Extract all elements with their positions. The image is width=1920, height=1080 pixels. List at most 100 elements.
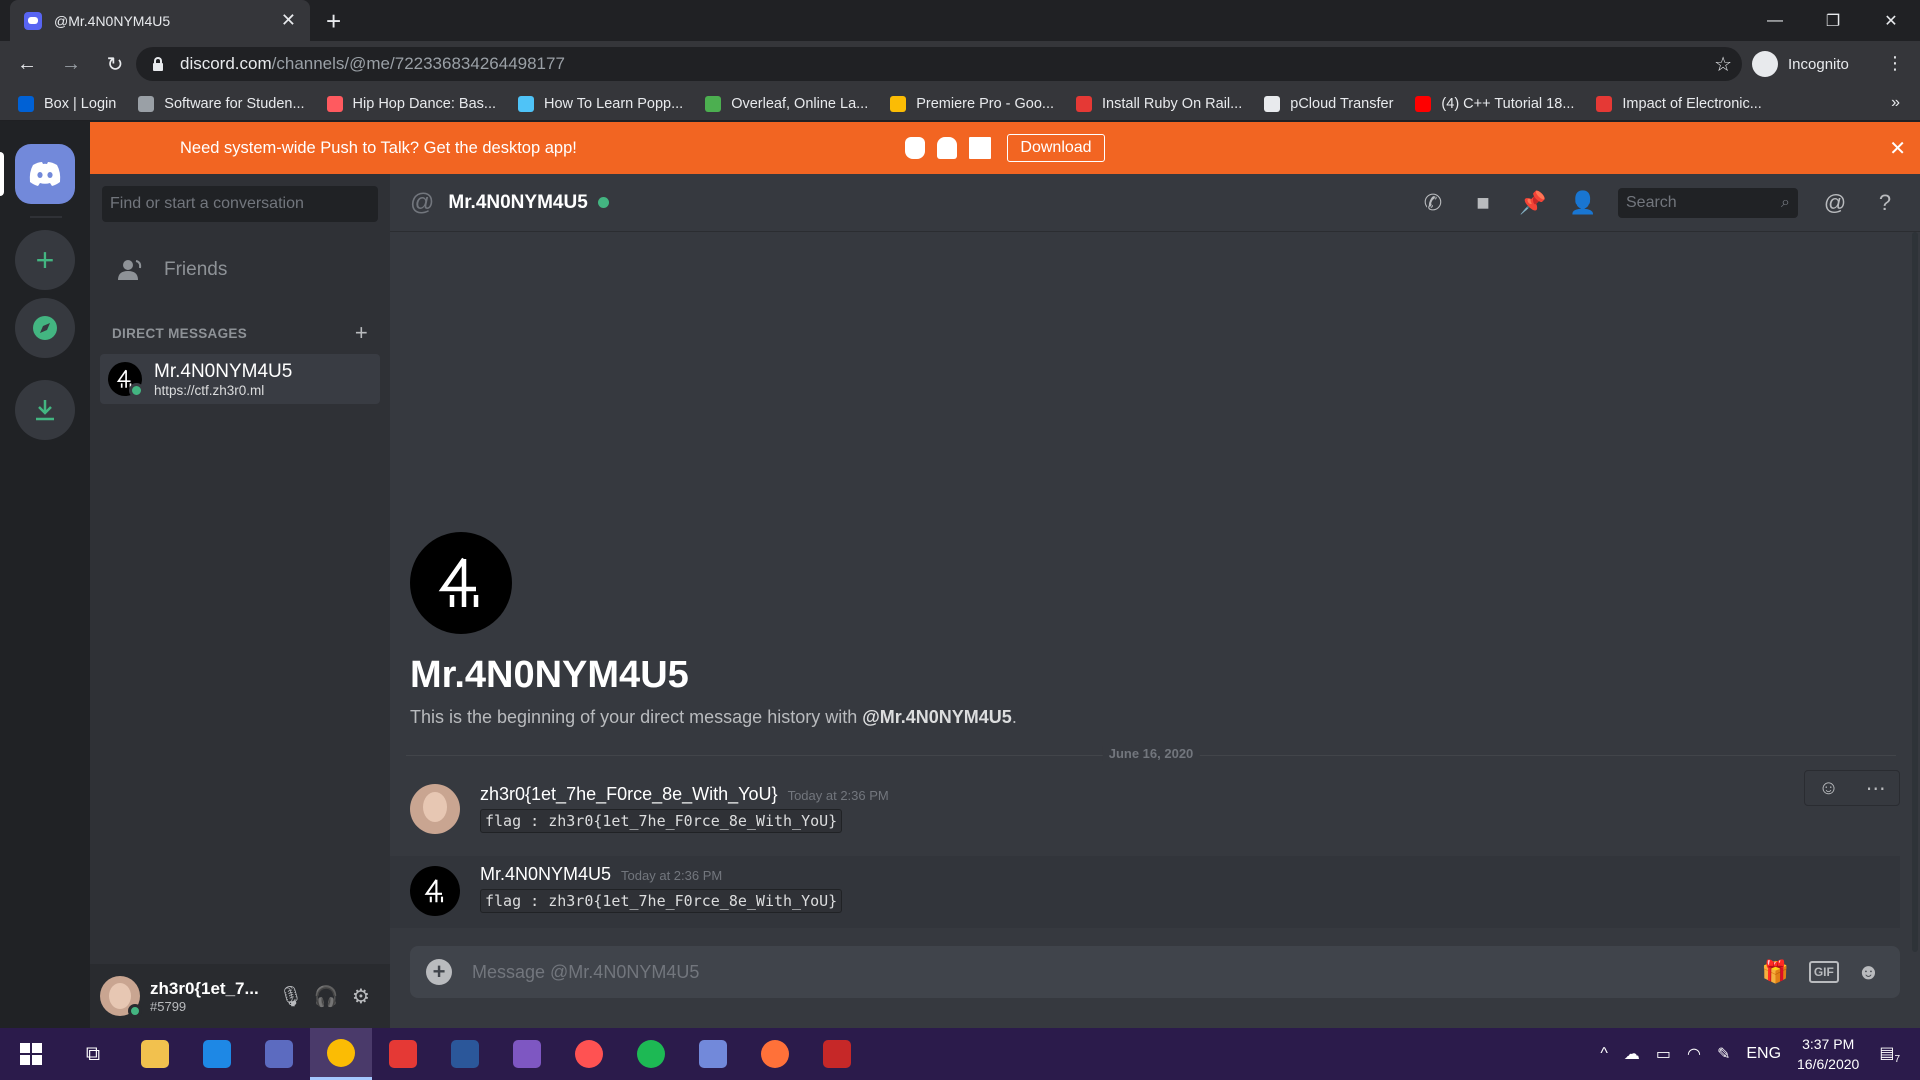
add-reaction-icon[interactable]: ☺ [1818, 777, 1838, 800]
bookmark-item[interactable]: Impact of Electronic... [1596, 95, 1762, 112]
bookmark-item[interactable]: Software for Studen... [138, 95, 305, 112]
notifications-icon[interactable]: ▤7 [1879, 1043, 1900, 1065]
bookmark-item[interactable]: Box | Login [18, 95, 116, 112]
word-icon [451, 1040, 479, 1068]
language-indicator[interactable]: ENG [1746, 1045, 1781, 1063]
browser-tab[interactable]: @Mr.4N0NYM4U5 ✕ [10, 0, 310, 41]
add-server-button[interactable]: + [15, 230, 75, 290]
avatar [108, 362, 144, 398]
home-button[interactable] [15, 144, 75, 204]
taskbar-app-acrobat[interactable] [372, 1028, 434, 1080]
taskbar-app-word[interactable] [434, 1028, 496, 1080]
dm-header-label: DIRECT MESSAGES [112, 326, 248, 341]
author-avatar[interactable] [410, 866, 460, 916]
more-bookmarks-icon[interactable]: » [1891, 94, 1900, 112]
battery-icon[interactable]: ▭ [1656, 1044, 1671, 1064]
find-conversation-input[interactable]: Find or start a conversation [102, 186, 378, 222]
bookmark-item[interactable]: Overleaf, Online La... [705, 95, 868, 112]
message-author[interactable]: zh3r0{1et_7he_F0rce_8e_With_YoU} [480, 784, 778, 805]
gift-icon[interactable]: 🎁 [1761, 959, 1788, 985]
taskbar-app-edge[interactable] [186, 1028, 248, 1080]
forward-icon[interactable]: → [54, 47, 88, 81]
taskbar-app-mcafee[interactable] [806, 1028, 868, 1080]
download-icon [36, 400, 54, 421]
incognito-profile[interactable]: Incognito [1752, 47, 1849, 81]
emoji-icon[interactable]: ☻ [1857, 959, 1880, 985]
mentions-icon[interactable]: @ [1820, 188, 1850, 218]
message-composer[interactable]: + Message @Mr.4N0NYM4U5 🎁 GIF ☻ [410, 946, 1900, 998]
bookmark-item[interactable]: Premiere Pro - Goo... [890, 95, 1054, 112]
online-status-icon [597, 197, 609, 208]
back-icon[interactable]: ← [10, 47, 44, 81]
reload-icon[interactable]: ↻ [98, 47, 132, 81]
user-avatar[interactable] [100, 976, 142, 1018]
dm-item-mr4n0nym4u5[interactable]: Mr.4N0NYM4U5 https://ctf.zh3r0.ml [100, 354, 380, 404]
restore-icon[interactable]: ❐ [1804, 0, 1862, 41]
discord-app: Need system-wide Push to Talk? Get the d… [0, 122, 1920, 1028]
bookmark-star-icon[interactable]: ☆ [1714, 52, 1732, 77]
search-input[interactable]: Search ⌕ [1618, 188, 1798, 218]
taskbar-app-store[interactable] [248, 1028, 310, 1080]
address-bar[interactable]: discord.com/channels/@me/722336834264498… [136, 47, 1742, 81]
pinned-messages-icon[interactable]: 📌 [1518, 188, 1548, 218]
taskbar-app-discord[interactable] [682, 1028, 744, 1080]
pen-icon[interactable]: ✎ [1717, 1044, 1730, 1064]
clock-date: 16/6/2020 [1797, 1056, 1860, 1072]
close-window-icon[interactable]: ✕ [1862, 0, 1920, 41]
bookmark-item[interactable]: pCloud Transfer [1264, 95, 1393, 112]
more-options-icon[interactable]: ⋯ [1866, 776, 1886, 801]
dm-name: Mr.4N0NYM4U5 [154, 360, 293, 382]
bookmark-item[interactable]: Hip Hop Dance: Bas... [326, 95, 496, 112]
bookmark-favicon-icon [1264, 95, 1281, 112]
explore-servers-button[interactable] [15, 298, 75, 358]
friends-nav-item[interactable]: Friends [100, 248, 380, 292]
headphones-icon[interactable]: 🎧 [310, 980, 342, 1012]
dm-sidebar: Find or start a conversation Friends DIR… [90, 122, 390, 1028]
settings-gear-icon[interactable]: ⚙ [345, 980, 377, 1012]
wifi-icon[interactable]: ◠ [1687, 1044, 1701, 1064]
taskbar-app-firefox[interactable] [744, 1028, 806, 1080]
upload-plus-icon[interactable]: + [426, 959, 452, 985]
bookmark-item[interactable]: Install Ruby On Rail... [1076, 95, 1243, 112]
welcome-avatar [410, 532, 512, 634]
taskbar-app-spotify[interactable] [620, 1028, 682, 1080]
onedrive-icon[interactable]: ☁ [1624, 1044, 1640, 1064]
message-author[interactable]: Mr.4N0NYM4U5 [480, 864, 611, 885]
close-banner-icon[interactable]: ✕ [1889, 136, 1906, 161]
mute-microphone-icon[interactable]: 🎙 [275, 980, 307, 1012]
help-icon[interactable]: ? [1870, 188, 1900, 218]
desktop-app-banner: Need system-wide Push to Talk? Get the d… [90, 122, 1920, 174]
video-call-icon[interactable]: ■ [1468, 188, 1498, 218]
add-friend-to-dm-icon[interactable]: 👤 [1568, 188, 1598, 218]
taskbar-app-intellij[interactable] [496, 1028, 558, 1080]
new-tab-button[interactable]: + [326, 6, 341, 37]
bookmark-label: (4) C++ Tutorial 18... [1441, 95, 1575, 112]
notification-count: 7 [1894, 1054, 1900, 1066]
message-input[interactable]: Message @Mr.4N0NYM4U5 [472, 962, 1761, 983]
message[interactable]: Mr.4N0NYM4U5 Today at 2:36 PM flag : zh3… [390, 856, 1900, 928]
taskbar-app-app-circle[interactable] [558, 1028, 620, 1080]
start-button[interactable] [0, 1028, 62, 1080]
voice-call-icon[interactable]: ✆ [1418, 188, 1448, 218]
gif-button[interactable]: GIF [1808, 961, 1839, 983]
download-apps-button[interactable] [15, 380, 75, 440]
create-dm-icon[interactable]: + [355, 322, 368, 344]
show-hidden-icons-icon[interactable]: ^ [1600, 1045, 1608, 1063]
bookmark-item[interactable]: (4) C++ Tutorial 18... [1415, 95, 1575, 112]
close-tab-icon[interactable]: ✕ [281, 10, 296, 31]
url-text: discord.com/channels/@me/722336834264498… [180, 54, 565, 73]
clock[interactable]: 3:37 PM 16/6/2020 [1797, 1034, 1859, 1074]
browser-menu-icon[interactable]: ⋮ [1886, 53, 1904, 74]
bookmark-label: Install Ruby On Rail... [1102, 95, 1243, 112]
taskbar-app-chrome[interactable] [310, 1028, 372, 1080]
taskbar-app-file-explorer[interactable] [124, 1028, 186, 1080]
minimize-icon[interactable]: — [1746, 0, 1804, 41]
author-avatar[interactable] [410, 784, 460, 834]
bookmark-item[interactable]: How To Learn Popp... [518, 95, 683, 112]
scrollbar[interactable] [1912, 232, 1918, 952]
bookmark-favicon-icon [1415, 95, 1432, 112]
task-view-button[interactable]: ⧉ [62, 1028, 124, 1080]
search-icon: ⌕ [1781, 194, 1790, 211]
message[interactable]: zh3r0{1et_7he_F0rce_8e_With_YoU} Today a… [390, 784, 1900, 852]
windows-logo-icon [20, 1043, 42, 1065]
